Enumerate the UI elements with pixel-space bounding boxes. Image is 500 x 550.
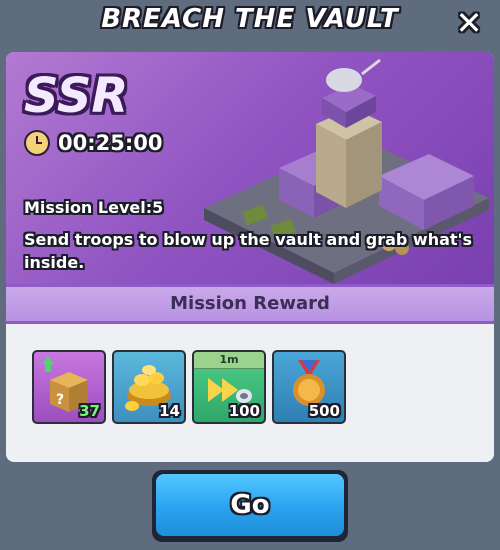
go-button-frame: Go	[152, 470, 348, 542]
reward-item-mystery-box[interactable]: ? 37	[32, 350, 106, 424]
mission-timer: 00:25:00	[24, 130, 162, 156]
dialog-title: BREACH THE VAULT	[101, 4, 399, 34]
reward-item-gold-coins[interactable]: 14	[112, 350, 186, 424]
reward-header: Mission Reward	[6, 284, 494, 324]
reward-item-speedup[interactable]: 1m 100	[192, 350, 266, 424]
reward-count: 100	[228, 402, 260, 420]
svg-text:?: ?	[56, 392, 64, 408]
mission-level: Mission Level:5	[24, 198, 164, 217]
mission-description: Send troops to blow up the vault and gra…	[24, 230, 472, 272]
timer-text: 00:25:00	[58, 131, 163, 155]
reward-title: Mission Reward	[170, 293, 330, 314]
close-button[interactable]: ✕	[452, 6, 486, 40]
go-button[interactable]: Go	[156, 474, 344, 536]
speedup-duration-tag: 1m	[194, 352, 264, 369]
rarity-badge: SSR	[24, 68, 129, 124]
reward-count: 37	[79, 402, 100, 420]
clock-icon	[24, 130, 50, 156]
reward-item-medal[interactable]: 500	[272, 350, 346, 424]
mission-panel: SSR 00:25:00 Mission Level:5 Send troops…	[6, 52, 494, 462]
reward-count: 500	[308, 402, 340, 420]
mission-banner: SSR 00:25:00 Mission Level:5 Send troops…	[6, 52, 494, 284]
reward-count: 14	[159, 402, 180, 420]
